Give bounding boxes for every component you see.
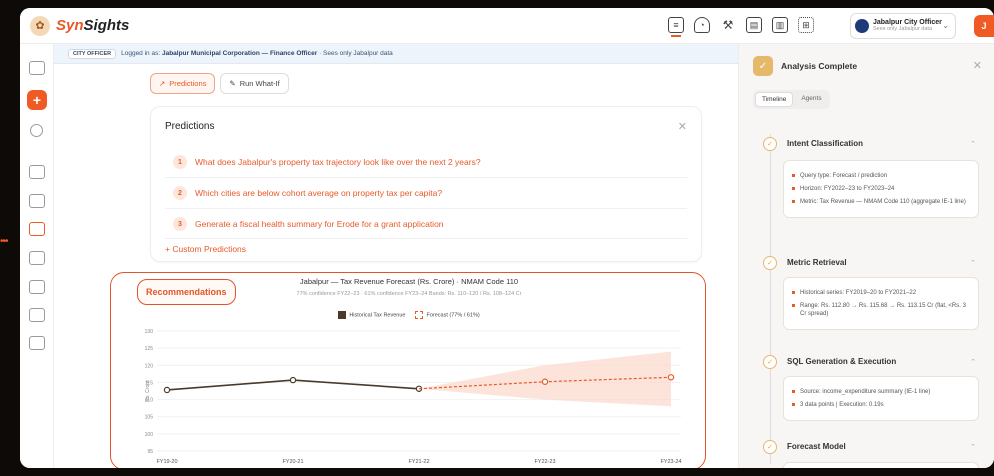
- check-icon: ✓: [763, 440, 777, 454]
- top-bar: ✿ SynSights ≡ ◔ ⚒ ▤ ▥ ⊞ Jabalpur City Of…: [20, 8, 994, 44]
- chat-history-icon[interactable]: [29, 165, 45, 179]
- run-what-if-button[interactable]: ✎ Run What-If: [220, 73, 289, 94]
- left-rail: +: [20, 44, 54, 468]
- historical-point: [163, 386, 171, 394]
- chat-icon[interactable]: ≡: [668, 17, 684, 37]
- chat-history-icon[interactable]: [29, 194, 45, 208]
- prediction-item[interactable]: 1 What does Jabalpur's property tax traj…: [173, 155, 481, 169]
- app-window: ✿ SynSights ≡ ◔ ⚒ ▤ ▥ ⊞ Jabalpur City Of…: [20, 8, 994, 468]
- y-tick-label: 130: [145, 329, 154, 335]
- chevron-up-icon[interactable]: ⌃: [970, 259, 976, 267]
- y-tick-label: 105: [145, 415, 154, 421]
- panel-tabs: Timeline Agents: [753, 90, 830, 109]
- chat-history-icon[interactable]: [29, 251, 45, 265]
- chat-history-icon[interactable]: [29, 308, 45, 322]
- y-tick-label: 125: [145, 346, 154, 352]
- main-content: ↗ Predictions ✎ Run What-If Predictions ✕ …: [54, 64, 758, 468]
- y-tick-label: 95: [147, 449, 153, 455]
- section-title[interactable]: Intent Classification: [787, 139, 863, 148]
- prediction-item[interactable]: 3 Generate a fiscal health summary for E…: [173, 217, 444, 231]
- historical-point: [289, 376, 297, 384]
- x-tick-label: FY23-24: [660, 459, 681, 465]
- search-icon[interactable]: [30, 124, 43, 137]
- action-pills: ↗ Predictions ✎ Run What-If: [150, 73, 289, 94]
- chat-history-icon-active[interactable]: [29, 222, 45, 236]
- brand-name: SynSights: [56, 17, 130, 34]
- section-details: Source: income_expenditure summary (IE-1…: [783, 376, 979, 422]
- prediction-item[interactable]: 2 Which cities are below cohort average …: [173, 186, 442, 200]
- check-icon: ✓: [763, 137, 777, 151]
- brand[interactable]: ✿ SynSights: [30, 15, 130, 36]
- predictions-title: Predictions: [165, 121, 215, 132]
- side-dots: •••: [0, 236, 9, 247]
- tab-agents[interactable]: Agents: [795, 92, 827, 107]
- predictions-button[interactable]: ↗ Predictions: [150, 73, 216, 94]
- user-name: Jabalpur City Officer: [873, 19, 942, 27]
- timeline-line: [770, 134, 771, 464]
- wand-icon: ✎: [229, 79, 236, 88]
- section-title[interactable]: Forecast Model: [787, 442, 846, 451]
- avatar[interactable]: J: [974, 15, 994, 37]
- user-switcher[interactable]: Jabalpur City Officer Sees only Jabalpur…: [850, 13, 956, 39]
- panel-title: Analysis Complete: [781, 61, 858, 71]
- y-tick-label: 120: [145, 363, 154, 369]
- chat-history-icon[interactable]: [29, 336, 45, 350]
- grid-icon[interactable]: ⊞: [798, 17, 814, 33]
- city-emblem-icon: [855, 19, 869, 33]
- book-icon[interactable]: ▥: [772, 17, 788, 33]
- new-chat-button[interactable]: +: [27, 90, 47, 110]
- x-tick-label: FY19-20: [156, 459, 177, 465]
- role-badge: CITY OFFICER: [68, 48, 117, 59]
- wrench-icon[interactable]: ⚒: [720, 17, 736, 33]
- check-icon: ✓: [763, 256, 777, 270]
- section-title[interactable]: Metric Retrieval: [787, 258, 847, 267]
- x-tick-label: FY21-22: [408, 459, 429, 465]
- chevron-up-icon[interactable]: ⌃: [970, 358, 976, 366]
- custom-predictions-link[interactable]: + Custom Predictions: [165, 244, 246, 254]
- role-banner: CITY OFFICER Logged in as: Jabalpur Muni…: [54, 44, 738, 64]
- trend-icon: ↗: [159, 79, 166, 88]
- x-tick-label: FY22-23: [534, 459, 555, 465]
- user-scope: Sees only Jabalpur data: [873, 26, 933, 33]
- tab-timeline[interactable]: Timeline: [755, 92, 794, 107]
- recommendations-chart-card: Jabalpur — Tax Revenue Forecast (Rs. Cro…: [110, 272, 706, 468]
- brand-logo-icon: ✿: [30, 15, 50, 36]
- chevron-up-icon[interactable]: ⌃: [970, 443, 976, 451]
- section-title[interactable]: SQL Generation & Execution: [787, 357, 896, 366]
- section-details: [783, 462, 979, 468]
- close-icon[interactable]: ✕: [973, 59, 982, 72]
- document-icon[interactable]: ▤: [746, 17, 762, 33]
- close-icon[interactable]: ✕: [678, 120, 687, 133]
- forecast-point: [667, 374, 675, 381]
- panel-header: ✓ Analysis Complete: [753, 56, 857, 76]
- predictions-card: Predictions ✕ 1 What does Jabalpur's pro…: [150, 106, 702, 262]
- chevron-down-icon: ⌄: [942, 21, 949, 30]
- x-tick-label: FY20-21: [282, 459, 303, 465]
- analysis-panel: ✓ Analysis Complete ✕ Timeline Agents ✓ …: [738, 44, 994, 468]
- section-details: Query type: Forecast / prediction Horizo…: [783, 160, 979, 219]
- banner-text: Logged in as: Jabalpur Municipal Corpora…: [121, 50, 393, 57]
- check-icon: ✓: [763, 355, 777, 369]
- chat-history-icon[interactable]: [29, 280, 45, 294]
- sidebar-toggle-icon[interactable]: [29, 61, 45, 75]
- chevron-up-icon[interactable]: ⌃: [970, 140, 976, 148]
- recommendations-badge[interactable]: Recommendations: [137, 279, 236, 305]
- top-icons: ≡ ◔ ⚒ ▤ ▥ ⊞: [668, 17, 814, 37]
- section-details: Historical series: FY2019–20 to FY2021–2…: [783, 277, 979, 331]
- check-icon: ✓: [753, 56, 773, 76]
- y-tick-label: 100: [145, 432, 154, 438]
- bell-icon[interactable]: ◔: [694, 17, 710, 33]
- forecast-point: [541, 378, 549, 385]
- y-axis-label: Rs. Crore: [145, 380, 151, 402]
